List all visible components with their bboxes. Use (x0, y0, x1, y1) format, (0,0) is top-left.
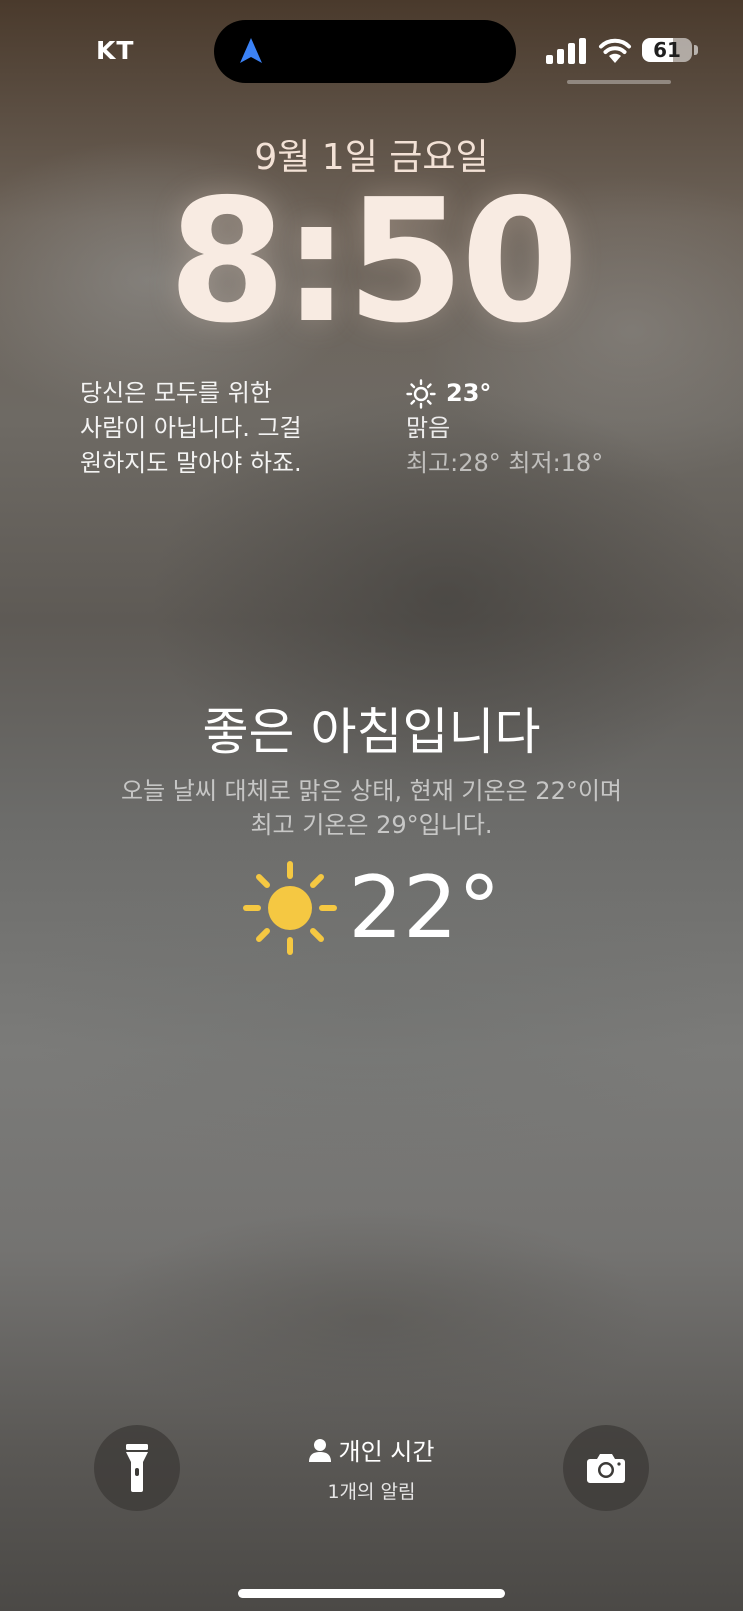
dynamic-island[interactable] (214, 20, 516, 83)
widget-condition: 맑음 (406, 414, 451, 442)
home-indicator[interactable] (238, 1589, 505, 1598)
sun-icon (406, 378, 436, 409)
current-weather[interactable]: 22° (0, 860, 743, 956)
quote-line: 당신은 모두를 위한 (80, 379, 272, 407)
battery-indicator: 61 (642, 38, 692, 62)
camera-icon (587, 1454, 625, 1483)
wifi-icon (599, 38, 631, 63)
battery-percent: 61 (653, 38, 681, 62)
current-temperature: 22° (348, 858, 501, 958)
cellular-signal-icon (546, 38, 586, 64)
lock-clock[interactable]: 8:50 (0, 172, 743, 352)
battery-nub (694, 45, 698, 55)
control-center-indicator[interactable] (567, 80, 671, 84)
weather-summary[interactable]: 오늘 날씨 대체로 맑은 상태, 현재 기온은 22°이며 최고 기온은 29°… (60, 774, 683, 842)
weather-widget[interactable]: 23° 맑음 최고:28° 최저:18° (406, 376, 706, 481)
sun-icon (243, 861, 338, 955)
location-arrow-icon (240, 38, 262, 63)
quote-line: 사람이 아닙니다. 그걸 (80, 414, 302, 442)
summary-line: 오늘 날씨 대체로 맑은 상태, 현재 기온은 22°이며 (120, 777, 622, 805)
camera-button[interactable] (563, 1425, 649, 1511)
greeting-title: 좋은 아침입니다 (202, 703, 541, 761)
summary-line: 최고 기온은 29°입니다. (250, 811, 493, 839)
focus-label: 개인 시간 (338, 1438, 435, 1466)
widget-hi-lo: 최고:28° 최저:18° (406, 449, 604, 477)
quote-line: 원하지도 말아야 하죠. (80, 449, 302, 477)
person-icon (308, 1438, 331, 1462)
widget-temperature: 23° (446, 379, 492, 407)
quote-widget[interactable]: 당신은 모두를 위한 사람이 아닙니다. 그걸 원하지도 말아야 하죠. (80, 376, 370, 481)
carrier-label: KT (96, 36, 135, 65)
